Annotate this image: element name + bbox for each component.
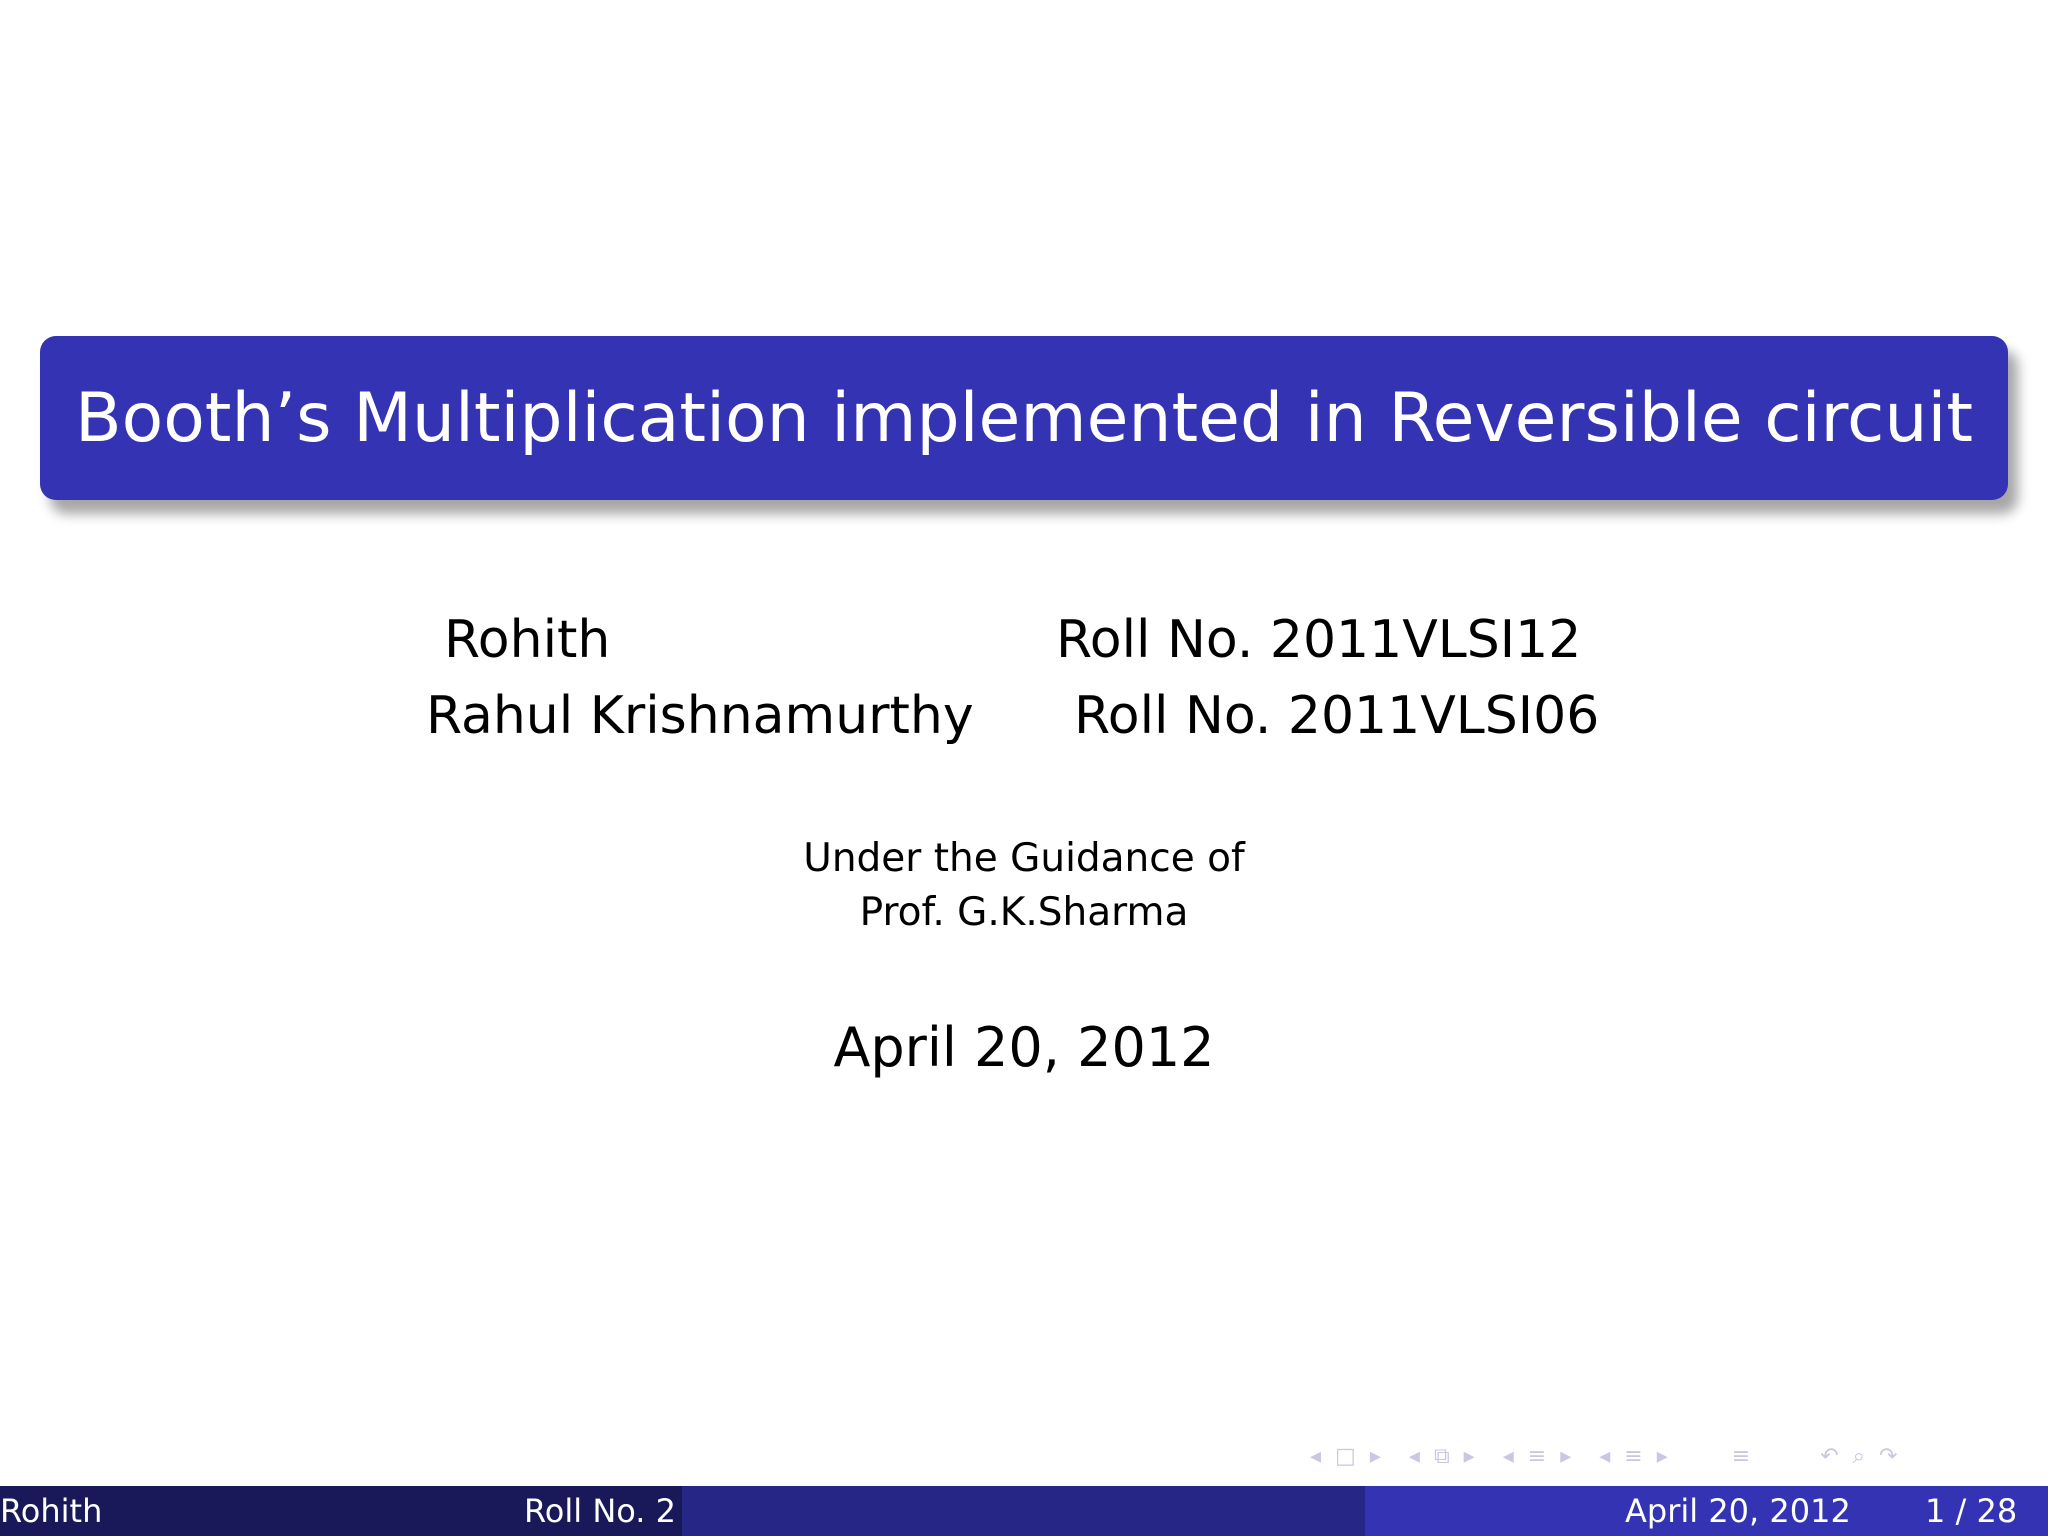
nav-left-arrow-icon[interactable]: ◂ [1310, 1444, 1321, 1469]
align-icon[interactable]: ≡ [1732, 1444, 1750, 1469]
search-icon[interactable]: ⌕ [1853, 1444, 1865, 1469]
slide: Booth’s Multiplication implemented in Re… [0, 0, 2048, 1536]
footer-roll: Roll No. 2 [524, 1492, 676, 1530]
title-box: Booth’s Multiplication implemented in Re… [40, 336, 2008, 500]
navigation-bar: ◂ □ ▸ ◂ ⧉ ▸ ◂ ≡ ▸ ◂ ≡ ▸ ≡ ↶ ⌕ ↷ [1310, 1441, 2040, 1471]
advisor-name: Prof. G.K.Sharma [859, 890, 1189, 935]
forward-icon[interactable]: ↷ [1879, 1444, 1897, 1469]
back-icon[interactable]: ↶ [1820, 1444, 1838, 1469]
footer-author: Rohith [0, 1492, 103, 1530]
nav-right-arrow-icon[interactable]: ▸ [1370, 1444, 1381, 1469]
footer-left: Rohith Roll No. 2 [0, 1486, 682, 1536]
author-name-1: Rohith [444, 610, 611, 670]
nav-right-arrow-icon[interactable]: ▸ [1464, 1444, 1475, 1469]
subsection-icon[interactable]: ⧉ [1434, 1444, 1450, 1469]
section-icon[interactable]: ≡ [1528, 1444, 1546, 1469]
section-icon[interactable]: ≡ [1624, 1444, 1642, 1469]
footer: Rohith Roll No. 2 April 20, 2012 1 / 28 [0, 1486, 2048, 1536]
author-name-2: Rahul Krishnamurthy [426, 686, 974, 746]
nav-left-arrow-icon[interactable]: ◂ [1409, 1444, 1420, 1469]
footer-page-number: 1 / 28 [1925, 1492, 2018, 1530]
nav-left-arrow-icon[interactable]: ◂ [1503, 1444, 1514, 1469]
frame-icon[interactable]: □ [1335, 1444, 1356, 1469]
nav-right-arrow-icon[interactable]: ▸ [1657, 1444, 1668, 1469]
author-roll-1: Roll No. 2011VLSI12 [1056, 610, 1582, 670]
presentation-date: April 20, 2012 [833, 1016, 1215, 1079]
footer-right: April 20, 2012 1 / 28 [1365, 1486, 2048, 1536]
nav-right-arrow-icon[interactable]: ▸ [1560, 1444, 1571, 1469]
author-roll-2: Roll No. 2011VLSI06 [1074, 686, 1600, 746]
nav-left-arrow-icon[interactable]: ◂ [1599, 1444, 1610, 1469]
slide-title: Booth’s Multiplication implemented in Re… [74, 378, 1974, 458]
footer-date: April 20, 2012 [1625, 1492, 1851, 1530]
guidance-line: Under the Guidance of [803, 836, 1245, 881]
footer-middle [682, 1486, 1365, 1536]
